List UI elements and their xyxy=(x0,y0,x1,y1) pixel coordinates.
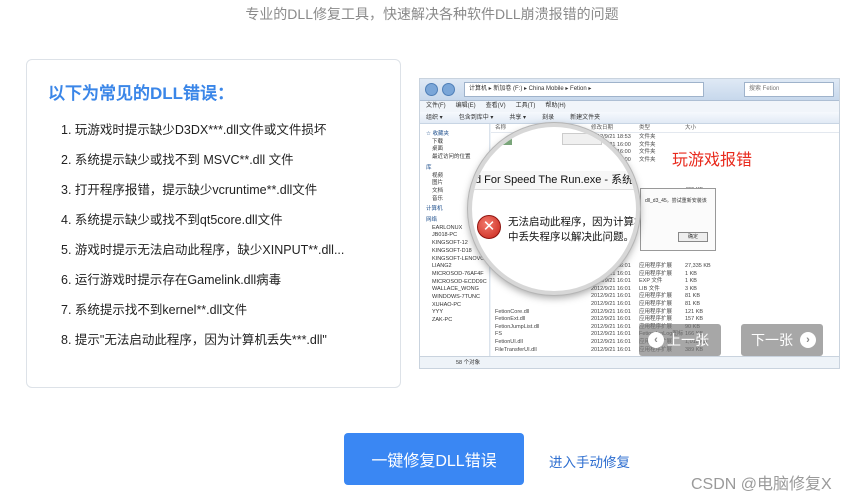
next-slide-button[interactable]: 下一张 › xyxy=(741,324,823,356)
file-name: FetionExt.dll xyxy=(495,316,526,323)
errors-title: 以下为常见的DLL错误： xyxy=(48,84,235,103)
file-date: 2012/9/21 16:01 xyxy=(591,323,631,330)
explorer-menu-item: 文件(F) xyxy=(426,103,446,109)
chevron-right-icon: › xyxy=(800,332,816,348)
error-item: 7. 系统提示找不到kernel**.dll文件 xyxy=(61,303,248,317)
explorer-tool: 包含到库中 ▾ xyxy=(458,115,494,121)
nav-item: LIANG2 xyxy=(432,263,452,270)
error-item: 1. 玩游戏时提示缺少D3DX***.dll文件或文件损坏 xyxy=(61,123,327,137)
error-list: 1. 玩游戏时提示缺少D3DX***.dll文件或文件损坏 2. 系统提示缺少或… xyxy=(61,122,344,362)
nav-item: MICROSOD-ECDD9C xyxy=(432,278,487,285)
col-date: 修改日期 xyxy=(591,125,614,131)
manual-fix-link[interactable]: 进入手动修复 xyxy=(549,451,630,471)
error-item: 2. 系统提示缺少或找不到 MSVC**.dll 文件 xyxy=(61,153,294,167)
explorer-search: 搜索 Fetion xyxy=(744,82,834,97)
explorer-menu-item: 帮助(H) xyxy=(545,103,566,109)
nav-item: 桌面 xyxy=(432,146,444,153)
nav-item: ZAK-PC xyxy=(432,317,453,324)
explorer-tool: 组织 ▾ xyxy=(426,115,443,121)
next-label: 下一张 xyxy=(751,332,793,348)
file-name: FetionUI.dll xyxy=(495,339,523,346)
file-size: 3 KB xyxy=(685,285,697,292)
file-size: 1 KB xyxy=(685,278,697,285)
error-item: 8. 提示"无法启动此程序，因为计算机丢失***.dll" xyxy=(61,333,327,347)
file-row: 2012/9/21 16:01 应用程序扩展 81 KB xyxy=(491,301,839,309)
explorer-address: 计算机 ▸ 新加卷 (F:) ▸ China Mobile ▸ Fetion ▸ xyxy=(464,82,704,97)
file-type: 应用程序扩展 xyxy=(639,301,673,308)
explorer-menu-item: 编辑(E) xyxy=(455,103,476,109)
error-item: 4. 系统提示缺少或找不到qt5core.dll文件 xyxy=(61,213,283,227)
one-click-fix-button[interactable]: 一键修复DLL错误 xyxy=(344,433,524,485)
magnifier-callout: d For Speed The Run.exe - 系统错误 ✕ 无法启动此程序… xyxy=(468,123,640,295)
nav-item: KINGSOFT-LENOVO xyxy=(432,255,485,262)
file-name: FileTransferUI.dll xyxy=(495,346,537,353)
explorer-menu-item: 工具(T) xyxy=(515,103,536,109)
nav-item: WALLACE_WONG xyxy=(432,286,479,293)
file-name: FS xyxy=(495,331,503,338)
csdn-watermark: CSDN @电脑修复X xyxy=(691,476,832,493)
forward-icon xyxy=(442,83,455,96)
error-item: 5. 游戏时提示无法启动此程序，缺少XINPUT**.dll... xyxy=(61,243,345,257)
file-type: 文件夹 xyxy=(639,134,656,140)
error-x-icon: ✕ xyxy=(477,215,501,239)
col-name: 名称 xyxy=(495,125,507,131)
file-size: 27,335 KB xyxy=(685,263,711,270)
folder-thumb-icon xyxy=(496,133,512,145)
file-size: 121 KB xyxy=(685,308,704,315)
prev-label: 上一张 xyxy=(667,332,709,348)
chevron-left-icon: ‹ xyxy=(648,332,664,348)
error-item: 3. 打开程序报错，提示缺少vcruntime**.dll文件 xyxy=(61,183,318,197)
dll-errors-card: 以下为常见的DLL错误： 1. 玩游戏时提示缺少D3DX***.dll文件或文件… xyxy=(26,59,401,388)
file-date: 2012/9/21 16:01 xyxy=(591,301,631,308)
error-dialog-preview: dll_d3_45。尝试重新安装该 确定 xyxy=(640,188,716,251)
file-date: 2012/9/21 16:01 xyxy=(591,346,631,353)
file-type: 文件夹 xyxy=(639,156,656,163)
dialog-ok-button: 确定 xyxy=(678,232,708,242)
file-date: 2012/9/21 16:01 xyxy=(591,308,631,315)
file-date: 2012/9/21 16:01 xyxy=(591,339,631,346)
file-type: 应用程序扩展 xyxy=(639,316,673,323)
explorer-menu: 文件(F) 编辑(E) 查看(V) 工具(T) 帮助(H) xyxy=(420,101,839,112)
nav-group-title: ☆ 收藏夹 xyxy=(426,131,449,137)
screenshot-caption: 玩游戏报错 xyxy=(672,152,753,169)
folder-thumb-icon xyxy=(562,133,602,145)
file-row: FetionExt.dll 2012/9/21 16:01 应用程序扩展 157 KB xyxy=(491,316,839,324)
error-window-title: d For Speed The Run.exe - 系统错误 xyxy=(472,171,636,190)
explorer-titlebar: 计算机 ▸ 新加卷 (F:) ▸ China Mobile ▸ Fetion ▸… xyxy=(420,79,839,101)
nav-item: XUHAO-PC xyxy=(432,301,462,308)
file-size: 1 KB xyxy=(685,270,697,277)
nav-item: WINDOWS-7TUNC xyxy=(432,294,480,301)
file-type: 应用程序扩展 xyxy=(639,293,673,300)
file-date: 2012/9/21 16:01 xyxy=(591,316,631,323)
file-type: 文件夹 xyxy=(639,149,656,156)
explorer-toolbar: 组织 ▾ 包含到库中 ▾ 共享 ▾ 刻录 新建文件夹 xyxy=(420,112,839,124)
nav-item: MICROSOD-76AF4F xyxy=(432,270,484,277)
file-size: 157 KB xyxy=(685,316,704,323)
file-type: EXP 文件 xyxy=(639,278,663,285)
dialog-text: dll_d3_45。尝试重新安装该 xyxy=(645,198,707,204)
file-size: 81 KB xyxy=(685,301,700,308)
nav-item: YYY xyxy=(432,309,444,316)
file-name: FetionJumpList.dll xyxy=(495,323,540,330)
page-subtitle: 专业的DLL修复工具，快速解决各种软件DLL崩溃报错的问题 xyxy=(245,6,619,22)
file-date: 2012/9/21 16:01 xyxy=(591,285,631,292)
explorer-status: 58 个对象 xyxy=(420,356,839,368)
nav-item: 最近访问的位置 xyxy=(432,154,471,161)
file-type: 应用程序扩展 xyxy=(639,263,673,270)
explorer-tool: 共享 ▾ xyxy=(509,115,527,121)
file-date: 2012/9/21 16:01 xyxy=(591,331,631,338)
prev-slide-button[interactable]: ‹ 上一张 xyxy=(639,324,721,356)
explorer-tool: 刻录 xyxy=(542,115,555,121)
explorer-tool: 新建文件夹 xyxy=(570,115,601,121)
explorer-menu-item: 查看(V) xyxy=(485,103,506,109)
error-message: 无法启动此程序，因为计算机中丢失程序以解决此问题。 xyxy=(508,216,640,243)
col-size: 大小 xyxy=(685,125,697,131)
error-item: 6. 运行游戏时提示存在Gamelink.dll病毒 xyxy=(61,273,282,287)
file-date: 2012/9/21 16:01 xyxy=(591,293,631,300)
file-row: 2012/9/21 16:01 应用程序扩展 81 KB xyxy=(491,293,839,301)
file-name: FetionCore.dll xyxy=(495,308,530,315)
col-type: 类型 xyxy=(639,125,651,131)
back-icon xyxy=(425,83,438,96)
file-size: 81 KB xyxy=(685,293,700,300)
